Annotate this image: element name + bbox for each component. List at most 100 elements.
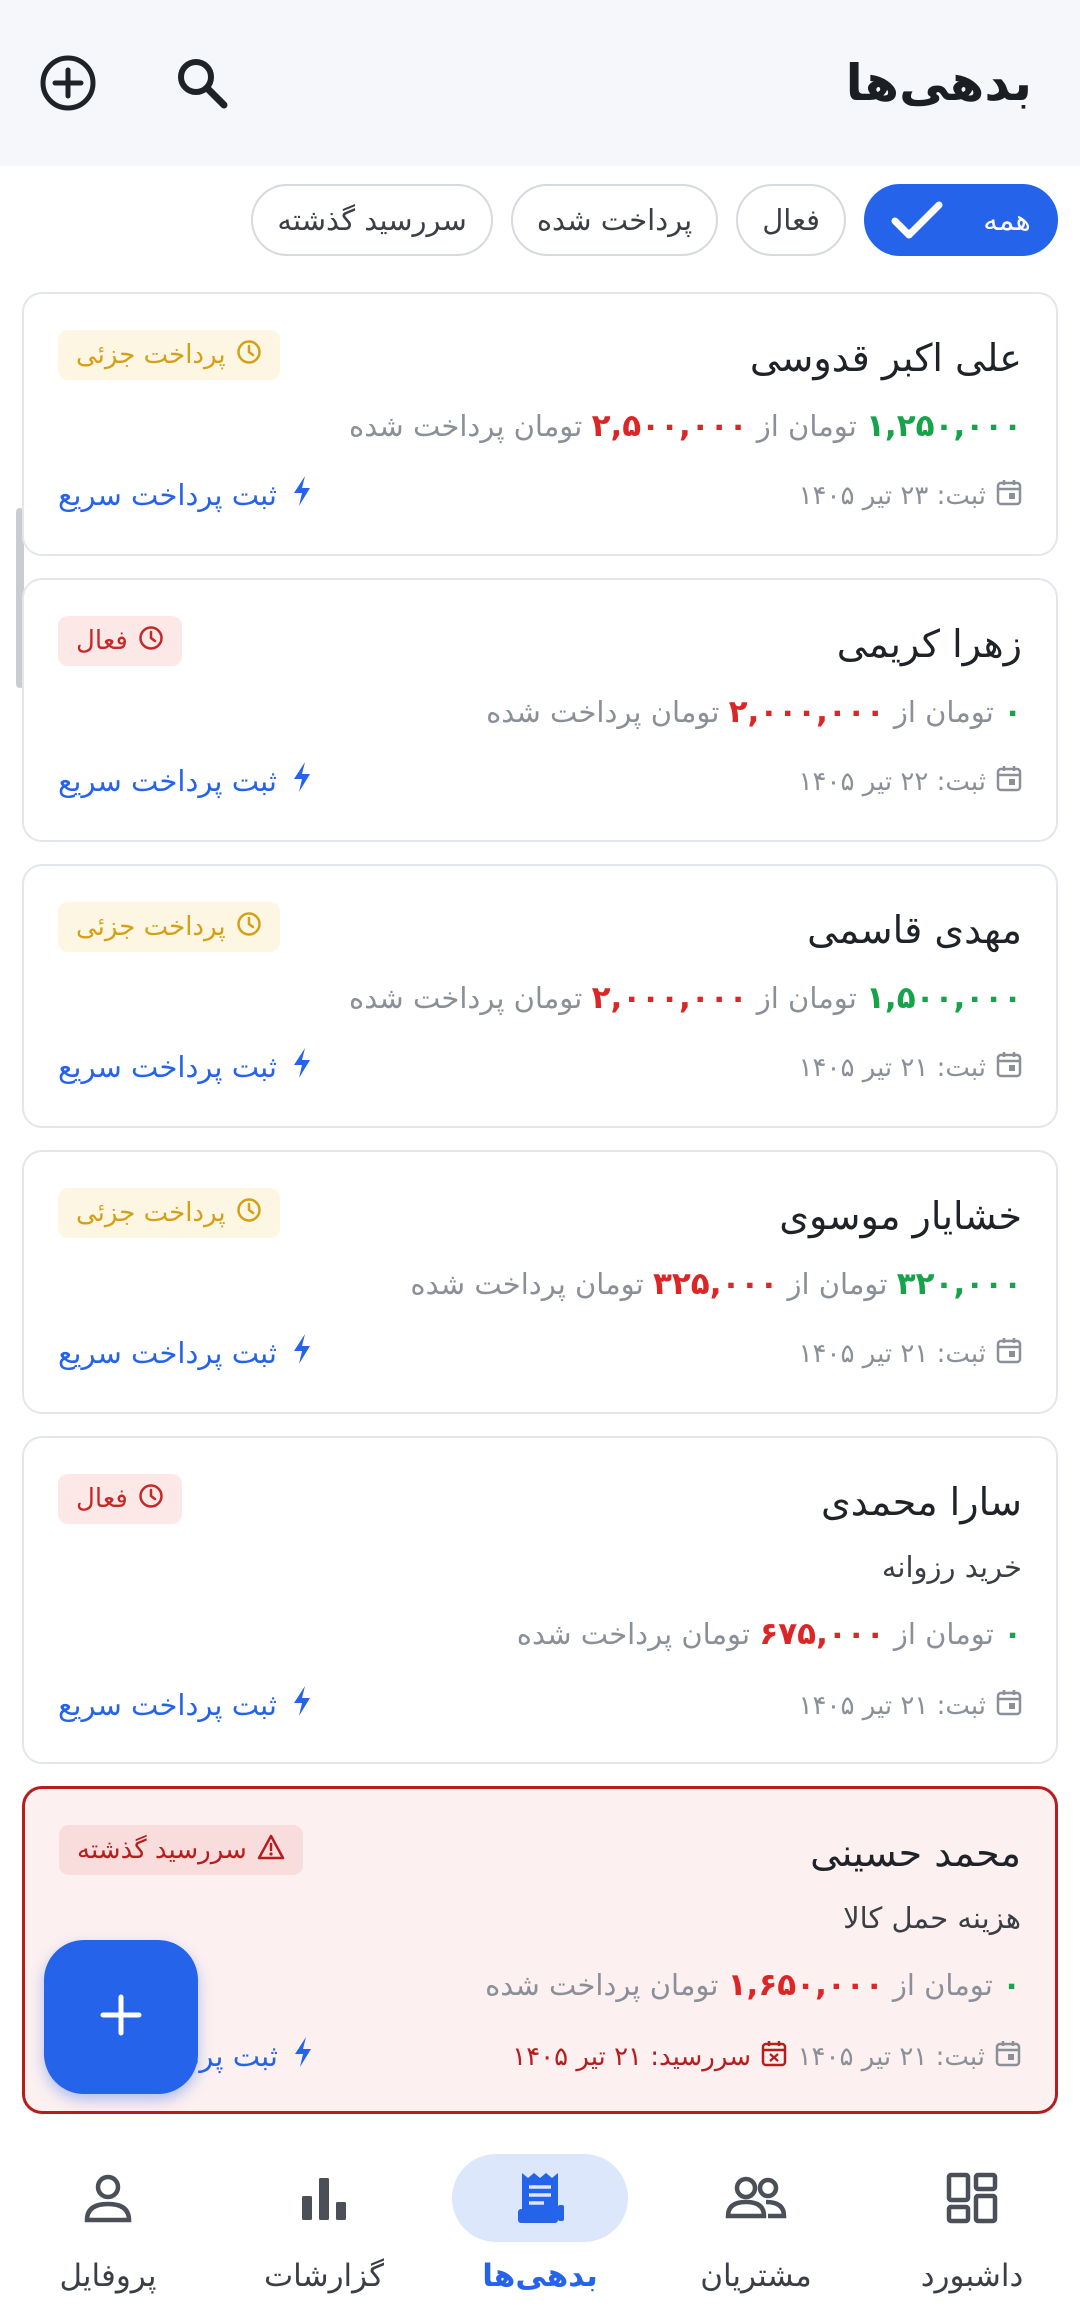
amount-paid-text: تومان پرداخت شده bbox=[486, 695, 720, 729]
bar-chart-icon bbox=[236, 2154, 412, 2242]
registered-date: ثبت: ۲۱ تیر ۱۴۰۵ bbox=[798, 2039, 1021, 2074]
paid-amount: ۰ bbox=[1003, 694, 1022, 730]
debtor-name: مهدی قاسمی bbox=[807, 908, 1022, 952]
filter-chip-paid[interactable]: پرداخت شده bbox=[510, 184, 719, 256]
debt-card[interactable]: خشایار موسوی پرداخت جزئی ۳۲۰,۰۰۰ تومان ا… bbox=[22, 1150, 1058, 1414]
debtor-name: علی اکبر قدوسی bbox=[749, 336, 1022, 380]
total-amount: ۲,۰۰۰,۰۰۰ bbox=[728, 694, 885, 730]
quick-pay-button[interactable]: ثبت پرداخت سریع bbox=[58, 1332, 313, 1373]
debt-list: علی اکبر قدوسی پرداخت جزئی ۱,۲۵۰,۰۰۰ توم… bbox=[22, 292, 1058, 2136]
debtor-name: سارا محمدی bbox=[821, 1480, 1022, 1524]
debt-card[interactable]: علی اکبر قدوسی پرداخت جزئی ۱,۲۵۰,۰۰۰ توم… bbox=[22, 292, 1058, 556]
calendar-icon bbox=[996, 478, 1022, 513]
paid-amount: ۱,۵۰۰,۰۰۰ bbox=[866, 980, 1022, 1016]
status-badge: سررسید گذشته bbox=[59, 1825, 303, 1875]
nav-customers[interactable]: مشتریان bbox=[656, 2130, 856, 2294]
filter-chips: همه فعال پرداخت شده سررسید گذشته bbox=[0, 184, 1058, 256]
person-icon bbox=[20, 2154, 196, 2242]
status-label: فعال bbox=[76, 1484, 128, 1514]
due-date-text: سررسید: ۲۱ تیر ۱۴۰۵ bbox=[512, 2041, 751, 2072]
nav-label: مشتریان bbox=[700, 2258, 812, 2294]
nav-label: بدهی‌ها bbox=[482, 2258, 598, 2294]
status-badge: پرداخت جزئی bbox=[58, 1188, 280, 1238]
debt-card[interactable]: سارا محمدی فعال خرید رزوانه ۰ تومان از ۶… bbox=[22, 1436, 1058, 1764]
calendar-icon bbox=[996, 764, 1022, 799]
due-date: سررسید: ۲۱ تیر ۱۴۰۵ bbox=[512, 2039, 787, 2074]
amount-paid-text: تومان پرداخت شده bbox=[349, 981, 583, 1015]
total-amount: ۲,۰۰۰,۰۰۰ bbox=[591, 980, 748, 1016]
amount-of-text: تومان از bbox=[892, 1968, 993, 2002]
total-amount: ۲,۵۰۰,۰۰۰ bbox=[591, 408, 748, 444]
registered-date-text: ثبت: ۲۱ تیر ۱۴۰۵ bbox=[797, 2041, 985, 2072]
debt-description: خرید رزوانه bbox=[881, 1550, 1022, 1584]
debtor-name: خشایار موسوی bbox=[779, 1194, 1022, 1238]
customers-icon bbox=[668, 2154, 844, 2242]
bolt-icon bbox=[291, 1332, 313, 1373]
filter-chip-all[interactable]: همه bbox=[864, 184, 1058, 256]
filter-chip-label: پرداخت شده bbox=[536, 203, 693, 237]
total-amount: ۶۷۵,۰۰۰ bbox=[759, 1616, 885, 1652]
debtor-name: محمد حسینی bbox=[810, 1831, 1021, 1875]
amount-line: ۰ تومان از ۲,۰۰۰,۰۰۰ تومان پرداخت شده bbox=[486, 694, 1022, 730]
status-label: پرداخت جزئی bbox=[76, 912, 226, 942]
quick-pay-button[interactable]: ثبت پرداخت سریع bbox=[58, 1684, 313, 1725]
clock-icon bbox=[236, 339, 262, 372]
status-badge: فعال bbox=[58, 616, 182, 666]
search-icon[interactable] bbox=[170, 51, 234, 115]
amount-line: ۰ تومان از ۶۷۵,۰۰۰ تومان پرداخت شده bbox=[517, 1616, 1022, 1652]
nav-debts[interactable]: بدهی‌ها bbox=[440, 2130, 640, 2294]
clock-icon bbox=[236, 1197, 262, 1230]
registered-date-text: ثبت: ۲۲ تیر ۱۴۰۵ bbox=[798, 766, 986, 797]
add-circle-icon[interactable] bbox=[36, 51, 100, 115]
clock-icon bbox=[138, 625, 164, 658]
filter-chip-active[interactable]: فعال bbox=[736, 184, 846, 256]
bottom-navigation: داشبورد مشتریان بدهی‌ها گزارشات پروفایل bbox=[0, 2130, 1080, 2318]
debt-card[interactable]: زهرا کریمی فعال ۰ تومان از ۲,۰۰۰,۰۰۰ توم… bbox=[22, 578, 1058, 842]
warning-icon bbox=[257, 1834, 285, 1867]
quick-pay-button[interactable]: ثبت پرداخت سریع bbox=[58, 760, 313, 801]
app-bar: بدهی‌ها bbox=[0, 0, 1080, 166]
bolt-icon bbox=[291, 474, 313, 515]
plus-icon bbox=[99, 1993, 143, 2041]
amount-of-text: تومان از bbox=[756, 981, 857, 1015]
filter-chip-overdue[interactable]: سررسید گذشته bbox=[251, 184, 493, 256]
filter-chip-label: همه bbox=[983, 203, 1031, 237]
registered-date: ثبت: ۲۱ تیر ۱۴۰۵ bbox=[799, 1336, 1022, 1371]
nav-reports[interactable]: گزارشات bbox=[224, 2130, 424, 2294]
header-actions bbox=[32, 51, 234, 115]
amount-of-text: تومان از bbox=[893, 1617, 994, 1651]
status-label: پرداخت جزئی bbox=[76, 340, 226, 370]
quick-pay-label: ثبت پرداخت سریع bbox=[58, 1049, 277, 1084]
check-icon bbox=[891, 200, 943, 240]
registered-date: ثبت: ۲۲ تیر ۱۴۰۵ bbox=[799, 764, 1022, 799]
amount-paid-text: تومان پرداخت شده bbox=[516, 1617, 751, 1651]
filter-chip-label: فعال bbox=[762, 203, 820, 237]
clock-icon bbox=[236, 911, 262, 944]
status-badge: پرداخت جزئی bbox=[58, 330, 280, 380]
quick-pay-label: ثبت پرداخت سریع bbox=[58, 763, 277, 798]
quick-pay-label: ثبت پرداخت سریع bbox=[58, 1335, 277, 1370]
bolt-icon bbox=[292, 2035, 314, 2076]
add-debt-fab[interactable] bbox=[44, 1940, 198, 2094]
calendar-icon bbox=[996, 1688, 1022, 1723]
nav-label: داشبورد bbox=[920, 2258, 1024, 2294]
amount-line: ۰ تومان از ۱,۶۵۰,۰۰۰ تومان پرداخت شده bbox=[485, 1967, 1021, 2003]
calendar-x-icon bbox=[761, 2039, 787, 2074]
debt-card[interactable]: مهدی قاسمی پرداخت جزئی ۱,۵۰۰,۰۰۰ تومان ا… bbox=[22, 864, 1058, 1128]
status-badge: فعال bbox=[58, 1474, 182, 1524]
bolt-icon bbox=[291, 760, 313, 801]
status-label: سررسید گذشته bbox=[77, 1835, 247, 1865]
registered-date-text: ثبت: ۲۱ تیر ۱۴۰۵ bbox=[798, 1690, 986, 1721]
amount-paid-text: تومان پرداخت شده bbox=[485, 1968, 719, 2002]
registered-date: ثبت: ۲۱ تیر ۱۴۰۵ bbox=[799, 1688, 1022, 1723]
calendar-icon bbox=[996, 1050, 1022, 1085]
nav-dashboard[interactable]: داشبورد bbox=[872, 2130, 1072, 2294]
quick-pay-button[interactable]: ثبت پرداخت سریع bbox=[58, 1046, 313, 1087]
calendar-icon bbox=[996, 1336, 1022, 1371]
nav-profile[interactable]: پروفایل bbox=[8, 2130, 208, 2294]
page-title: بدهی‌ها bbox=[845, 54, 1032, 112]
debtor-name: زهرا کریمی bbox=[836, 622, 1022, 666]
amount-line: ۳۲۰,۰۰۰ تومان از ۳۲۵,۰۰۰ تومان پرداخت شد… bbox=[410, 1266, 1022, 1302]
amount-paid-text: تومان پرداخت شده bbox=[410, 1267, 644, 1301]
quick-pay-button[interactable]: ثبت پرداخت سریع bbox=[58, 474, 313, 515]
